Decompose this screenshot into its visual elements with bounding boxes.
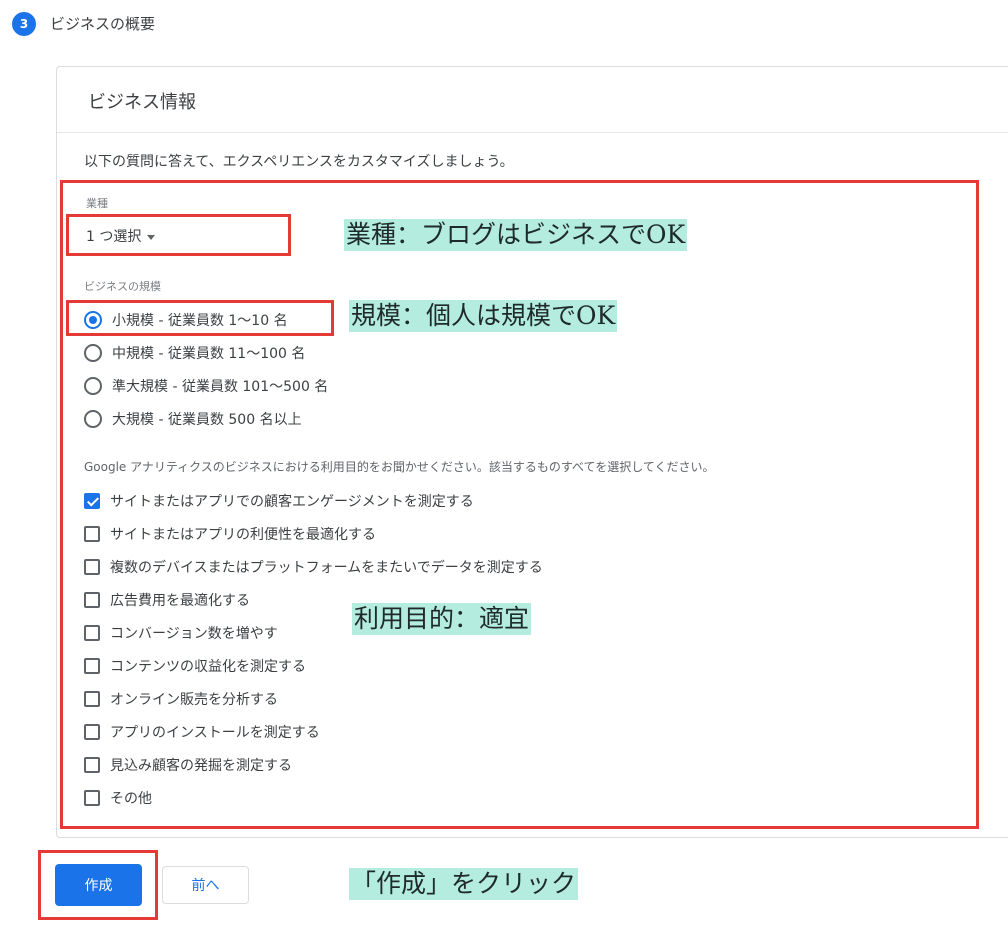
step-number-badge: 3 [12, 12, 36, 36]
annotation-purpose: 利用目的：適宜 [352, 603, 532, 635]
card-header-divider [57, 132, 1008, 133]
annotation-size: 規模：個人は規模でOK [349, 300, 618, 332]
step-title: ビジネスの概要 [50, 15, 156, 33]
highlight-box-size [66, 300, 334, 336]
highlight-box-form [60, 180, 979, 829]
annotation-industry: 業種：ブログはビジネスでOK [344, 219, 688, 251]
card-description: 以下の質問に答えて、エクスペリエンスをカスタマイズしましょう。 [84, 154, 514, 170]
highlight-box-industry [66, 214, 291, 256]
create-button[interactable]: 作成 [55, 864, 142, 906]
card-title: ビジネス情報 [88, 92, 196, 113]
annotation-create: 「作成」をクリック [349, 868, 579, 900]
back-button[interactable]: 前へ [162, 866, 249, 904]
